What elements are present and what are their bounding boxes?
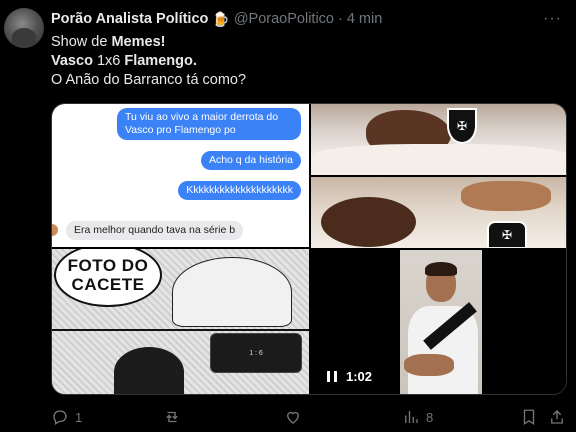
beer-badge-icon: 🍺 bbox=[212, 10, 230, 27]
tweet-text-vasco: Vasco bbox=[51, 53, 93, 69]
heart-icon bbox=[287, 411, 299, 424]
sleeping-photo-1[interactable]: ✠ bbox=[311, 104, 566, 175]
manga-figure bbox=[172, 257, 292, 327]
tweet-line-3: O Anão do Barranco tá como? bbox=[51, 72, 247, 88]
tweet-line-1: Show de Memes! bbox=[51, 33, 246, 52]
tweet-line-2: Vasco 1x6 Flamengo. bbox=[51, 52, 246, 71]
timestamp[interactable]: 4 min bbox=[347, 11, 382, 27]
tweet-text: Show de Memes! Vasco 1x6 Flamengo. O Anã… bbox=[51, 33, 246, 90]
tweet-text-show: Show de bbox=[51, 34, 112, 50]
chat-bubble: Kkkkkkkkkkkkkkkkkkkk bbox=[178, 181, 301, 200]
video-person-hands bbox=[404, 354, 454, 376]
tweet-text-score: 1x6 bbox=[92, 53, 125, 69]
chat-reply-bubble: Era melhor quando tava na série b bbox=[66, 221, 244, 240]
views-count: 8 bbox=[426, 409, 434, 425]
more-options-icon[interactable]: ··· bbox=[543, 10, 562, 28]
comforting-hand bbox=[461, 181, 551, 211]
bookmark-icon bbox=[523, 409, 535, 426]
speech-line-2: CACETE bbox=[71, 275, 145, 294]
avatar[interactable] bbox=[4, 8, 44, 48]
chat-avatar-edge bbox=[52, 224, 58, 236]
manga-meme-image[interactable]: FOTO DO CACETE 1 : 6 bbox=[52, 249, 309, 394]
tweet-text-flamengo: Flamengo. bbox=[124, 53, 197, 69]
share-icon bbox=[551, 410, 563, 424]
video-person-shirt bbox=[408, 306, 478, 394]
tweet-text-memes: Memes! bbox=[111, 34, 166, 50]
sleeping-photo-2[interactable]: ✠ bbox=[311, 177, 566, 248]
action-bar: 1 8 bbox=[51, 406, 567, 428]
sleeping-head bbox=[321, 197, 416, 247]
vasco-crest-icon: ✠ bbox=[487, 221, 527, 247]
media-grid: Tu viu ao vivo a maior derrota do Vasco … bbox=[51, 103, 567, 395]
bookmark-button[interactable] bbox=[520, 406, 538, 428]
tweet-header: Porão Analista Político 🍺 @PoraoPolitico… bbox=[51, 9, 382, 29]
separator-dot: · bbox=[337, 11, 343, 27]
video-player[interactable]: 1:02 bbox=[311, 250, 566, 394]
vasco-crest-icon: ✠ bbox=[447, 108, 477, 144]
share-button[interactable] bbox=[548, 406, 566, 428]
speech-line-1: FOTO DO bbox=[67, 256, 149, 275]
pause-icon[interactable] bbox=[327, 371, 337, 382]
repost-button[interactable] bbox=[163, 406, 187, 428]
repost-icon bbox=[166, 411, 178, 423]
video-person-hair bbox=[425, 262, 457, 276]
tweet[interactable]: Porão Analista Político 🍺 @PoraoPolitico… bbox=[0, 0, 576, 432]
views-button[interactable]: 8 bbox=[402, 406, 433, 428]
reply-button[interactable]: 1 bbox=[51, 406, 82, 428]
author-name[interactable]: Porão Analista Político bbox=[51, 11, 208, 27]
chat-bubble: Acho q da história bbox=[200, 151, 301, 170]
video-duration: 1:02 bbox=[346, 369, 373, 384]
views-icon bbox=[405, 411, 418, 423]
like-button[interactable] bbox=[284, 406, 308, 428]
reply-icon bbox=[53, 410, 67, 425]
reply-count: 1 bbox=[75, 409, 83, 425]
author-handle[interactable]: @PoraoPolitico bbox=[234, 11, 334, 27]
pillow bbox=[311, 144, 566, 175]
chat-screenshot-image[interactable]: Tu viu ao vivo a maior derrota do Vasco … bbox=[52, 104, 309, 247]
video-controls: 1:02 bbox=[327, 369, 372, 384]
manga-character-hair bbox=[114, 347, 184, 394]
phone-scoreboard-image: 1 : 6 bbox=[210, 333, 302, 373]
panel-divider bbox=[52, 329, 309, 331]
chat-bubble: Tu viu ao vivo a maior derrota do Vasco … bbox=[117, 108, 301, 140]
video-frame bbox=[400, 250, 482, 394]
